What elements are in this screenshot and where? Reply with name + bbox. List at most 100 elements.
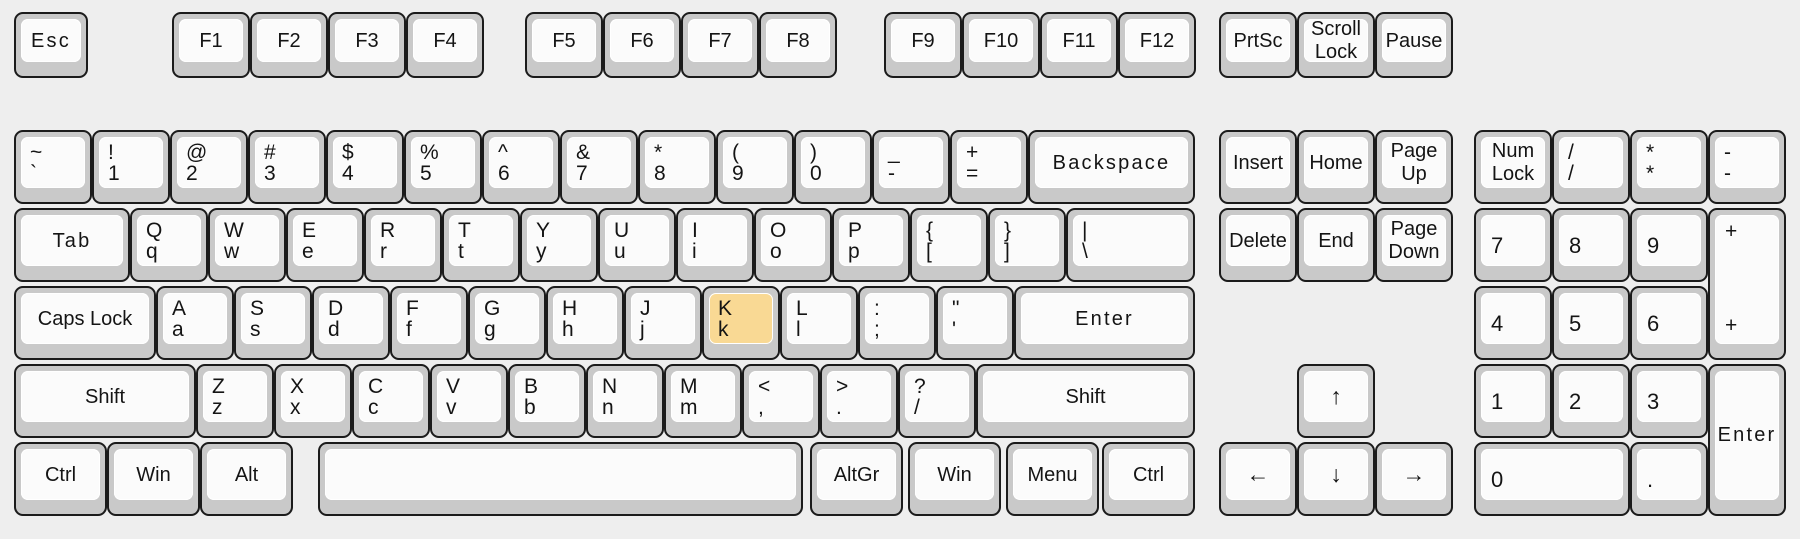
key-escape[interactable]: Esc [14,12,88,78]
key-numpad-add[interactable]: + + [1708,208,1786,360]
key-numpad-0[interactable]: 0 [1474,442,1630,516]
key-f1[interactable]: F1 [172,12,250,78]
key-h[interactable]: H h [546,286,624,360]
key-z[interactable]: Z z [196,364,274,438]
key-comma[interactable]: < , [742,364,820,438]
key-numpad-8[interactable]: 8 [1552,208,1630,282]
key-bracket-left[interactable]: { [ [910,208,988,282]
key-f4[interactable]: F4 [406,12,484,78]
key-backquote[interactable]: ~ ` [14,130,92,204]
key-arrow-right[interactable]: → [1375,442,1453,516]
key-semicolon[interactable]: : ; [858,286,936,360]
key-menu[interactable]: Menu [1006,442,1099,516]
key-8[interactable]: * 8 [638,130,716,204]
key-home[interactable]: Home [1297,130,1375,204]
key-f10[interactable]: F10 [962,12,1040,78]
key-w[interactable]: W w [208,208,286,282]
key-page-down[interactable]: Page Down [1375,208,1453,282]
key-alt-left[interactable]: Alt [200,442,293,516]
key-space[interactable] [318,442,803,516]
key-numpad-3[interactable]: 3 [1630,364,1708,438]
key-3[interactable]: # 3 [248,130,326,204]
key-f[interactable]: F f [390,286,468,360]
key-1[interactable]: ! 1 [92,130,170,204]
key-f9[interactable]: F9 [884,12,962,78]
key-n[interactable]: N n [586,364,664,438]
key-print-screen[interactable]: PrtSc [1219,12,1297,78]
key-numpad-6[interactable]: 6 [1630,286,1708,360]
key-numpad-9[interactable]: 9 [1630,208,1708,282]
key-enter[interactable]: Enter [1014,286,1195,360]
key-numpad-decimal[interactable]: . [1630,442,1708,516]
key-f11[interactable]: F11 [1040,12,1118,78]
key-f6[interactable]: F6 [603,12,681,78]
key-insert[interactable]: Insert [1219,130,1297,204]
key-q[interactable]: Q q [130,208,208,282]
key-s[interactable]: S s [234,286,312,360]
key-k[interactable]: K k [702,286,780,360]
key-m[interactable]: M m [664,364,742,438]
key-6[interactable]: ^ 6 [482,130,560,204]
key-numpad-divide[interactable]: / / [1552,130,1630,204]
key-numpad-enter[interactable]: Enter [1708,364,1786,516]
key-numpad-multiply[interactable]: * * [1630,130,1708,204]
key-p[interactable]: P p [832,208,910,282]
key-x[interactable]: X x [274,364,352,438]
key-i[interactable]: I i [676,208,754,282]
key-f2[interactable]: F2 [250,12,328,78]
key-arrow-up[interactable]: ↑ [1297,364,1375,438]
key-backslash[interactable]: | \ [1066,208,1195,282]
key-b[interactable]: B b [508,364,586,438]
key-7[interactable]: & 7 [560,130,638,204]
key-caps-lock[interactable]: Caps Lock [14,286,156,360]
key-f8[interactable]: F8 [759,12,837,78]
key-pause[interactable]: Pause [1375,12,1453,78]
key-2[interactable]: @ 2 [170,130,248,204]
key-y[interactable]: Y y [520,208,598,282]
key-g[interactable]: G g [468,286,546,360]
key-backspace[interactable]: Backspace [1028,130,1195,204]
key-numpad-subtract[interactable]: - - [1708,130,1786,204]
key-0[interactable]: ) 0 [794,130,872,204]
key-win-left[interactable]: Win [107,442,200,516]
key-f3[interactable]: F3 [328,12,406,78]
key-t[interactable]: T t [442,208,520,282]
key-l[interactable]: L l [780,286,858,360]
key-ctrl-left[interactable]: Ctrl [14,442,107,516]
key-bracket-right[interactable]: } ] [988,208,1066,282]
key-slash[interactable]: ? / [898,364,976,438]
key-numpad-2[interactable]: 2 [1552,364,1630,438]
key-altgr[interactable]: AltGr [810,442,903,516]
key-arrow-left[interactable]: ← [1219,442,1297,516]
key-ctrl-right[interactable]: Ctrl [1102,442,1195,516]
key-equal[interactable]: + = [950,130,1028,204]
key-j[interactable]: J j [624,286,702,360]
key-r[interactable]: R r [364,208,442,282]
key-numpad-7[interactable]: 7 [1474,208,1552,282]
key-f5[interactable]: F5 [525,12,603,78]
key-shift-left[interactable]: Shift [14,364,196,438]
key-v[interactable]: V v [430,364,508,438]
key-numpad-5[interactable]: 5 [1552,286,1630,360]
key-d[interactable]: D d [312,286,390,360]
key-scroll-lock[interactable]: Scroll Lock [1297,12,1375,78]
key-f7[interactable]: F7 [681,12,759,78]
key-numpad-1[interactable]: 1 [1474,364,1552,438]
key-num-lock[interactable]: Num Lock [1474,130,1552,204]
key-arrow-down[interactable]: ↓ [1297,442,1375,516]
key-5[interactable]: % 5 [404,130,482,204]
key-period[interactable]: > . [820,364,898,438]
key-delete[interactable]: Delete [1219,208,1297,282]
key-end[interactable]: End [1297,208,1375,282]
key-o[interactable]: O o [754,208,832,282]
key-9[interactable]: ( 9 [716,130,794,204]
key-u[interactable]: U u [598,208,676,282]
key-quote[interactable]: " ' [936,286,1014,360]
key-page-up[interactable]: Page Up [1375,130,1453,204]
key-e[interactable]: E e [286,208,364,282]
key-c[interactable]: C c [352,364,430,438]
key-4[interactable]: $ 4 [326,130,404,204]
key-f12[interactable]: F12 [1118,12,1196,78]
key-minus[interactable]: _ - [872,130,950,204]
key-tab[interactable]: Tab [14,208,130,282]
